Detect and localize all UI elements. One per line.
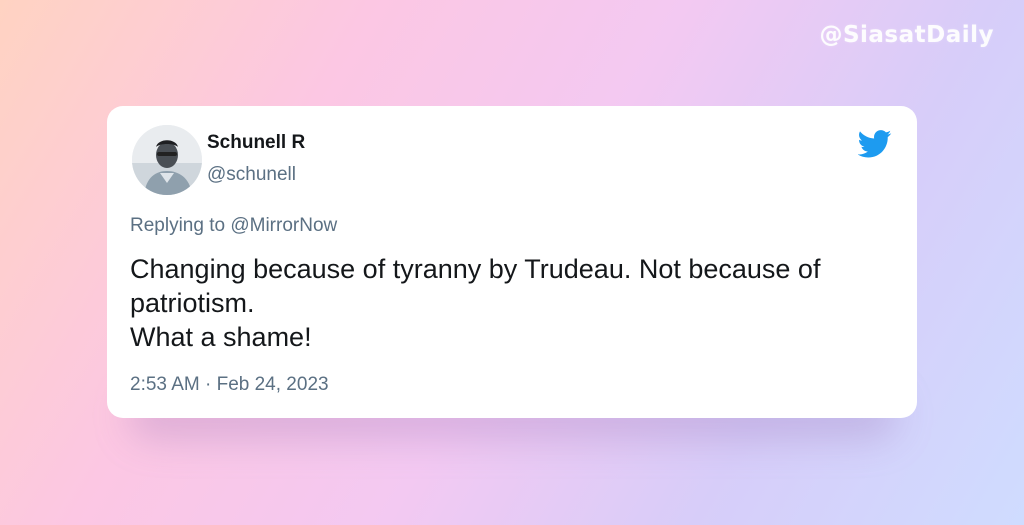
author-display-name[interactable]: Schunell R	[207, 132, 305, 154]
reply-mention-link[interactable]: @MirrorNow	[230, 215, 337, 236]
tweet-card[interactable]: Schunell R @schunell Replying to @Mirror…	[107, 106, 917, 418]
user-avatar-icon	[132, 125, 202, 195]
tweet-text: Changing because of tyranny by Trudeau. …	[130, 252, 900, 354]
avatar[interactable]	[132, 125, 202, 195]
author-handle[interactable]: @schunell	[207, 164, 296, 186]
watermark-siasatdaily: @SiasatDaily	[819, 22, 994, 48]
tweet-text-line: patriotism.	[130, 288, 255, 318]
tweet-text-line: Changing because of tyranny by Trudeau. …	[130, 254, 821, 284]
tweet-timestamp[interactable]: 2:53 AM · Feb 24, 2023	[130, 374, 329, 396]
replying-to-line: Replying to @MirrorNow	[130, 215, 337, 237]
replying-to-label: Replying to	[130, 215, 226, 236]
tweet-text-line: What a shame!	[130, 322, 312, 352]
twitter-bird-icon[interactable]	[858, 130, 892, 158]
